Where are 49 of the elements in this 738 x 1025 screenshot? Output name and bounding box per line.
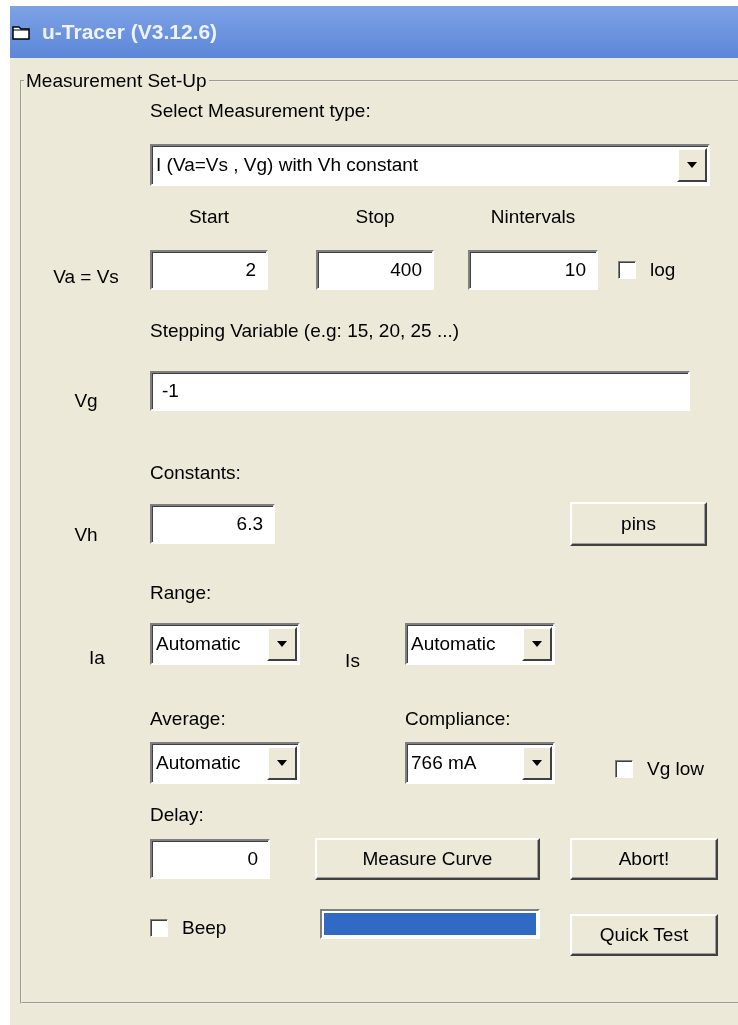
window-title: u-Tracer (V3.12.6) bbox=[42, 20, 218, 44]
checkbox-label: log bbox=[650, 259, 676, 281]
column-header: Start bbox=[187, 206, 231, 228]
dropdown[interactable]: 766 mA bbox=[405, 742, 555, 784]
dropdown[interactable]: Automatic bbox=[150, 742, 300, 784]
text-field[interactable]: 10 bbox=[468, 250, 598, 290]
dropdown[interactable]: I (Va=Vs , Vg) with Vh constant bbox=[150, 144, 710, 186]
measure-curve-button[interactable]: Measure Curve bbox=[315, 838, 540, 880]
checkbox[interactable] bbox=[615, 760, 633, 778]
checkbox-label: Vg low bbox=[647, 758, 705, 780]
label: Range: bbox=[150, 582, 212, 603]
text-field[interactable]: 2 bbox=[150, 250, 268, 290]
field-label: Vg bbox=[73, 389, 99, 412]
window-icon bbox=[12, 24, 30, 40]
caret-icon bbox=[532, 641, 542, 647]
text-field[interactable]: 400 bbox=[316, 250, 434, 290]
pins-button[interactable]: pins bbox=[570, 502, 707, 546]
dropdown-button[interactable] bbox=[267, 746, 297, 780]
abort-button[interactable]: Abort! bbox=[570, 838, 718, 880]
field-label: Ia bbox=[88, 646, 106, 669]
text-field[interactable]: 6.3 bbox=[150, 504, 275, 544]
field-label: Vh bbox=[73, 523, 99, 546]
label: Average: bbox=[150, 708, 227, 730]
dropdown-button[interactable] bbox=[677, 148, 707, 182]
caret-icon bbox=[277, 641, 287, 647]
label: Compliance: bbox=[405, 708, 511, 730]
column-header: Nintervals bbox=[489, 206, 577, 228]
checkbox[interactable] bbox=[150, 919, 168, 937]
text-field[interactable]: -1 bbox=[150, 371, 690, 411]
field-label: Va = Vs bbox=[52, 265, 120, 288]
dropdown-button[interactable] bbox=[267, 627, 297, 661]
dropdown-button[interactable] bbox=[522, 746, 552, 780]
dropdown[interactable]: Automatic bbox=[405, 623, 555, 665]
group-title: Measurement Set-Up bbox=[25, 70, 208, 92]
text-field[interactable]: 0 bbox=[150, 839, 270, 879]
checkbox[interactable] bbox=[618, 261, 636, 279]
caret-icon bbox=[277, 760, 287, 766]
field-label: Is bbox=[344, 649, 361, 672]
checkbox-label: Beep bbox=[182, 917, 227, 939]
dropdown[interactable]: Automatic bbox=[150, 623, 300, 665]
label: Select Measurement type: bbox=[150, 100, 371, 121]
column-header: Stop bbox=[354, 206, 396, 228]
label: Stepping Variable (e.g: 15, 20, 25 ...) bbox=[150, 320, 460, 341]
caret-icon bbox=[687, 162, 697, 168]
quick-test-button[interactable]: Quick Test bbox=[570, 914, 718, 956]
label: Delay: bbox=[150, 804, 204, 825]
label: Constants: bbox=[150, 462, 241, 483]
caret-icon bbox=[532, 760, 542, 766]
dropdown-button[interactable] bbox=[522, 627, 552, 661]
